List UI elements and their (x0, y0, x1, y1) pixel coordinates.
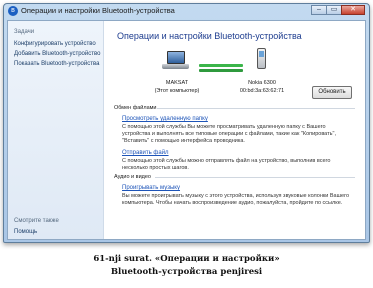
phone-screen (259, 51, 264, 57)
sidebar-item-show-devices[interactable]: Показать Bluetooth-устройства (14, 61, 99, 67)
connection-line-lower (199, 69, 243, 72)
connection-line (199, 64, 243, 67)
bluetooth-icon: ʙ (8, 6, 18, 16)
play-music-link[interactable]: Проигрывать музыку (122, 185, 180, 191)
audio-video-heading: Аудио и видео (114, 174, 151, 180)
laptop-base (162, 64, 189, 69)
send-file-description: С помощью этой службы можно отправлять ф… (122, 158, 331, 171)
bluetooth-window: ʙ Операции и настройки Bluetooth-устройс… (3, 3, 370, 243)
sidebar-item-add-device[interactable]: Добавить Bluetooth-устройство (14, 51, 100, 57)
computer-subtitle: (Этот компьютер) (154, 88, 200, 94)
task-sidebar: Задачи Конфигурировать устройство Добави… (8, 21, 104, 239)
file-exchange-heading: Обмен файлами (114, 105, 157, 111)
sidebar-item-configure-device[interactable]: Конфигурировать устройство (14, 41, 96, 47)
section-divider (157, 108, 355, 109)
laptop-icon[interactable] (167, 51, 185, 64)
minimize-button[interactable]: – (311, 5, 327, 15)
play-music-description: Вы можете проигрывать музыку с этого уст… (122, 193, 350, 206)
refresh-button[interactable]: Обновить (312, 86, 352, 99)
browse-folder-link[interactable]: Просмотреть удаленную папку (122, 116, 208, 122)
send-file-link[interactable]: Отправить файл (122, 150, 169, 156)
phone-icon[interactable] (257, 48, 266, 69)
section-divider-audio (155, 177, 355, 178)
maximize-button[interactable]: ▭ (326, 5, 342, 15)
browse-folder-description: С помощью этой службы Вы можете просматр… (122, 124, 336, 144)
figure-caption-line-2: Bluetooth-устройства penjiresi (110, 267, 263, 277)
figure-caption-line-1: 61-nji surat. «Операции и настройки» (93, 254, 280, 264)
device-address: 00:bd:3a:63:62:71 (239, 88, 285, 94)
window-content: Задачи Конфигурировать устройство Добави… (7, 20, 366, 240)
sidebar-item-help[interactable]: Помощь (14, 229, 37, 235)
device-name: Nokia 6300 (248, 80, 276, 86)
title-bar[interactable]: ʙ Операции и настройки Bluetooth-устройс… (4, 4, 369, 19)
main-panel: Операции и настройки Bluetooth-устройств… (105, 21, 365, 239)
window-controls: – ▭ ✕ (311, 5, 365, 15)
page-title: Операции и настройки Bluetooth-устройств… (117, 31, 302, 41)
see-also-heading: Смотрите также (14, 218, 59, 224)
close-button[interactable]: ✕ (341, 5, 365, 15)
tasks-heading: Задачи (14, 29, 35, 35)
computer-name: MAKSAT (165, 80, 189, 86)
window-title: Операции и настройки Bluetooth-устройств… (21, 6, 175, 15)
